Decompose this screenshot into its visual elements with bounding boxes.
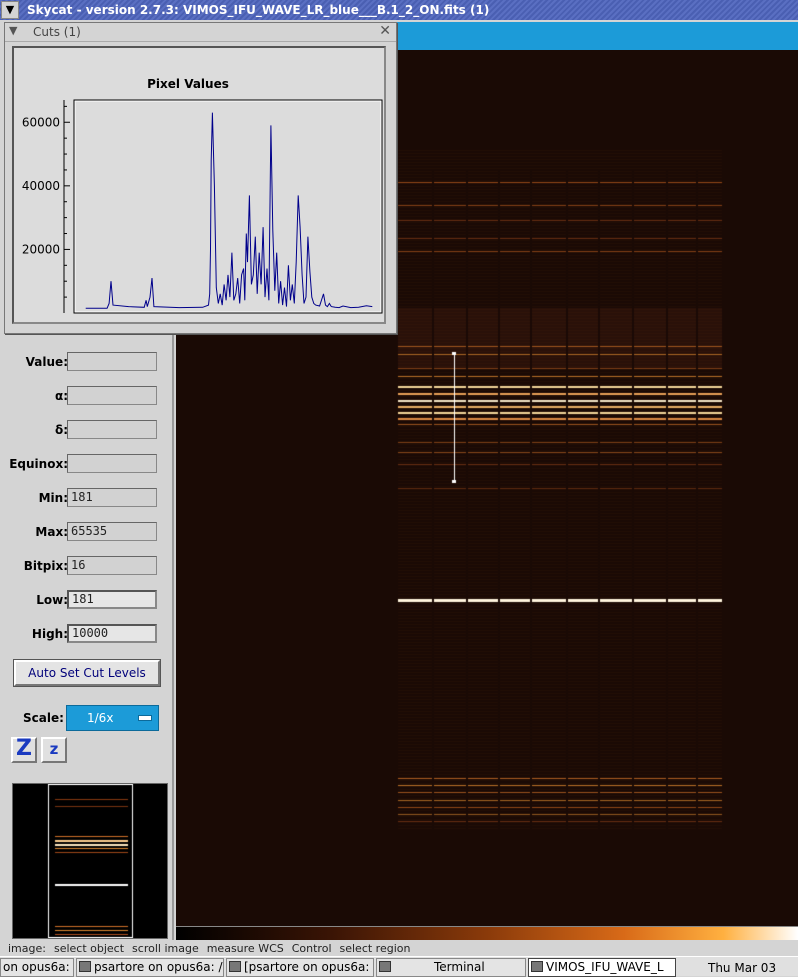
dropdown-indicator-icon [138,715,152,721]
status-item: image: [8,942,46,955]
window-titlebar[interactable]: ▼ Skycat - version 2.7.3: VIMOS_IFU_WAVE… [0,0,798,20]
readonly-value-field [67,454,157,473]
close-icon[interactable]: ✕ [379,23,391,39]
field-label: Min: [38,491,68,505]
status-item: select region [339,942,411,955]
chart-title: Pixel Values [147,77,229,91]
field-label: Equinox: [9,457,68,471]
window-title: Skycat - version 2.7.3: VIMOS_IFU_WAVE_L… [27,3,490,17]
cuts-dialog-title: Cuts (1) [33,25,81,39]
field-row: Equinox: [6,454,174,476]
cut-level-input[interactable]: 10000 [67,624,157,643]
readonly-value-field: 181 [67,488,157,507]
cut-level-input[interactable]: 181 [67,590,157,609]
cuts-dialog-titlebar[interactable]: ▼ Cuts (1) ✕ [5,23,396,42]
taskbar-button-label: VIMOS_IFU_WAVE_L [546,960,664,974]
scale-label: Scale: [23,711,64,725]
field-row: Value: [6,352,174,374]
auto-set-cut-levels-button[interactable]: Auto Set Cut Levels [13,659,161,687]
cuts-dialog: ▼ Cuts (1) ✕ Pixel Values 20000 40000 60000… [4,22,397,334]
terminal-icon [379,961,391,972]
readonly-value-field: 65535 [67,522,157,541]
readonly-value-field [67,352,157,371]
scale-select[interactable]: 1/6x [66,705,159,731]
field-row: High: 10000 [6,624,174,646]
readonly-value-field [67,386,157,405]
field-label: Value: [25,355,68,369]
y-tick-label: 60000 [22,115,60,129]
colormap-bar[interactable] [176,926,798,940]
status-item: select object [53,942,125,955]
pixel-values-chart: Pixel Values2000040000600000200400600 [22,77,383,314]
field-row: Min: 181 [6,488,174,510]
taskbar-button-label: Terminal [434,960,485,974]
taskbar-button[interactable]: VIMOS_IFU_WAVE_L [528,958,676,977]
readonly-value-field: 16 [67,556,157,575]
y-tick-label: 40000 [22,179,60,193]
field-label: Low: [36,593,68,607]
panner-thumbnail[interactable] [12,783,168,939]
field-row: α: [6,386,174,408]
toolbar-strip [396,22,798,50]
taskbar-button[interactable]: on opus6a: / [0,958,74,977]
field-row: δ: [6,420,174,442]
taskbar-button[interactable]: [psartore on opus6a: / [226,958,374,977]
field-label: Max: [35,525,68,539]
taskbar: on opus6a: / psartore on opus6a: /h [psart… [0,956,798,977]
taskbar-button-label: psartore on opus6a: /h [94,960,224,974]
scale-select-value: 1/6x [87,711,114,725]
chevron-down-icon[interactable]: ▼ [9,24,17,37]
panner-image[interactable] [13,784,167,938]
field-label: High: [31,627,68,641]
info-panel: Value: α: δ: Equinox: Min: 181 Max: 65535 Bitpix… [6,330,174,940]
field-row: Low: 181 [6,590,174,612]
taskbar-button[interactable]: Terminal [376,958,526,977]
pixel-values-plot: Pixel Values2000040000600000200400600 [12,46,386,324]
y-tick-label: 20000 [22,242,60,256]
terminal-icon [79,961,91,972]
taskbar-clock: Thu Mar 03 [708,961,777,975]
taskbar-button-label: [psartore on opus6a: / [244,960,374,974]
window-menu-chevron-icon[interactable]: ▼ [1,1,19,19]
taskbar-button-label: on opus6a: / [3,960,74,974]
zoom-in-button[interactable]: Z [11,737,37,763]
status-strip: image: select object scroll image measure W… [0,942,798,956]
terminal-icon [531,961,543,972]
status-item: scroll image [132,942,199,955]
field-row: Max: 65535 [6,522,174,544]
taskbar-button[interactable]: psartore on opus6a: /h [76,958,224,977]
readonly-value-field [67,420,157,439]
field-row: Bitpix: 16 [6,556,174,578]
terminal-icon [229,961,241,972]
zoom-out-button[interactable]: z [41,737,67,763]
status-item: Control [291,942,332,955]
field-label: Bitpix: [23,559,68,573]
status-item: measure WCS [206,942,284,955]
